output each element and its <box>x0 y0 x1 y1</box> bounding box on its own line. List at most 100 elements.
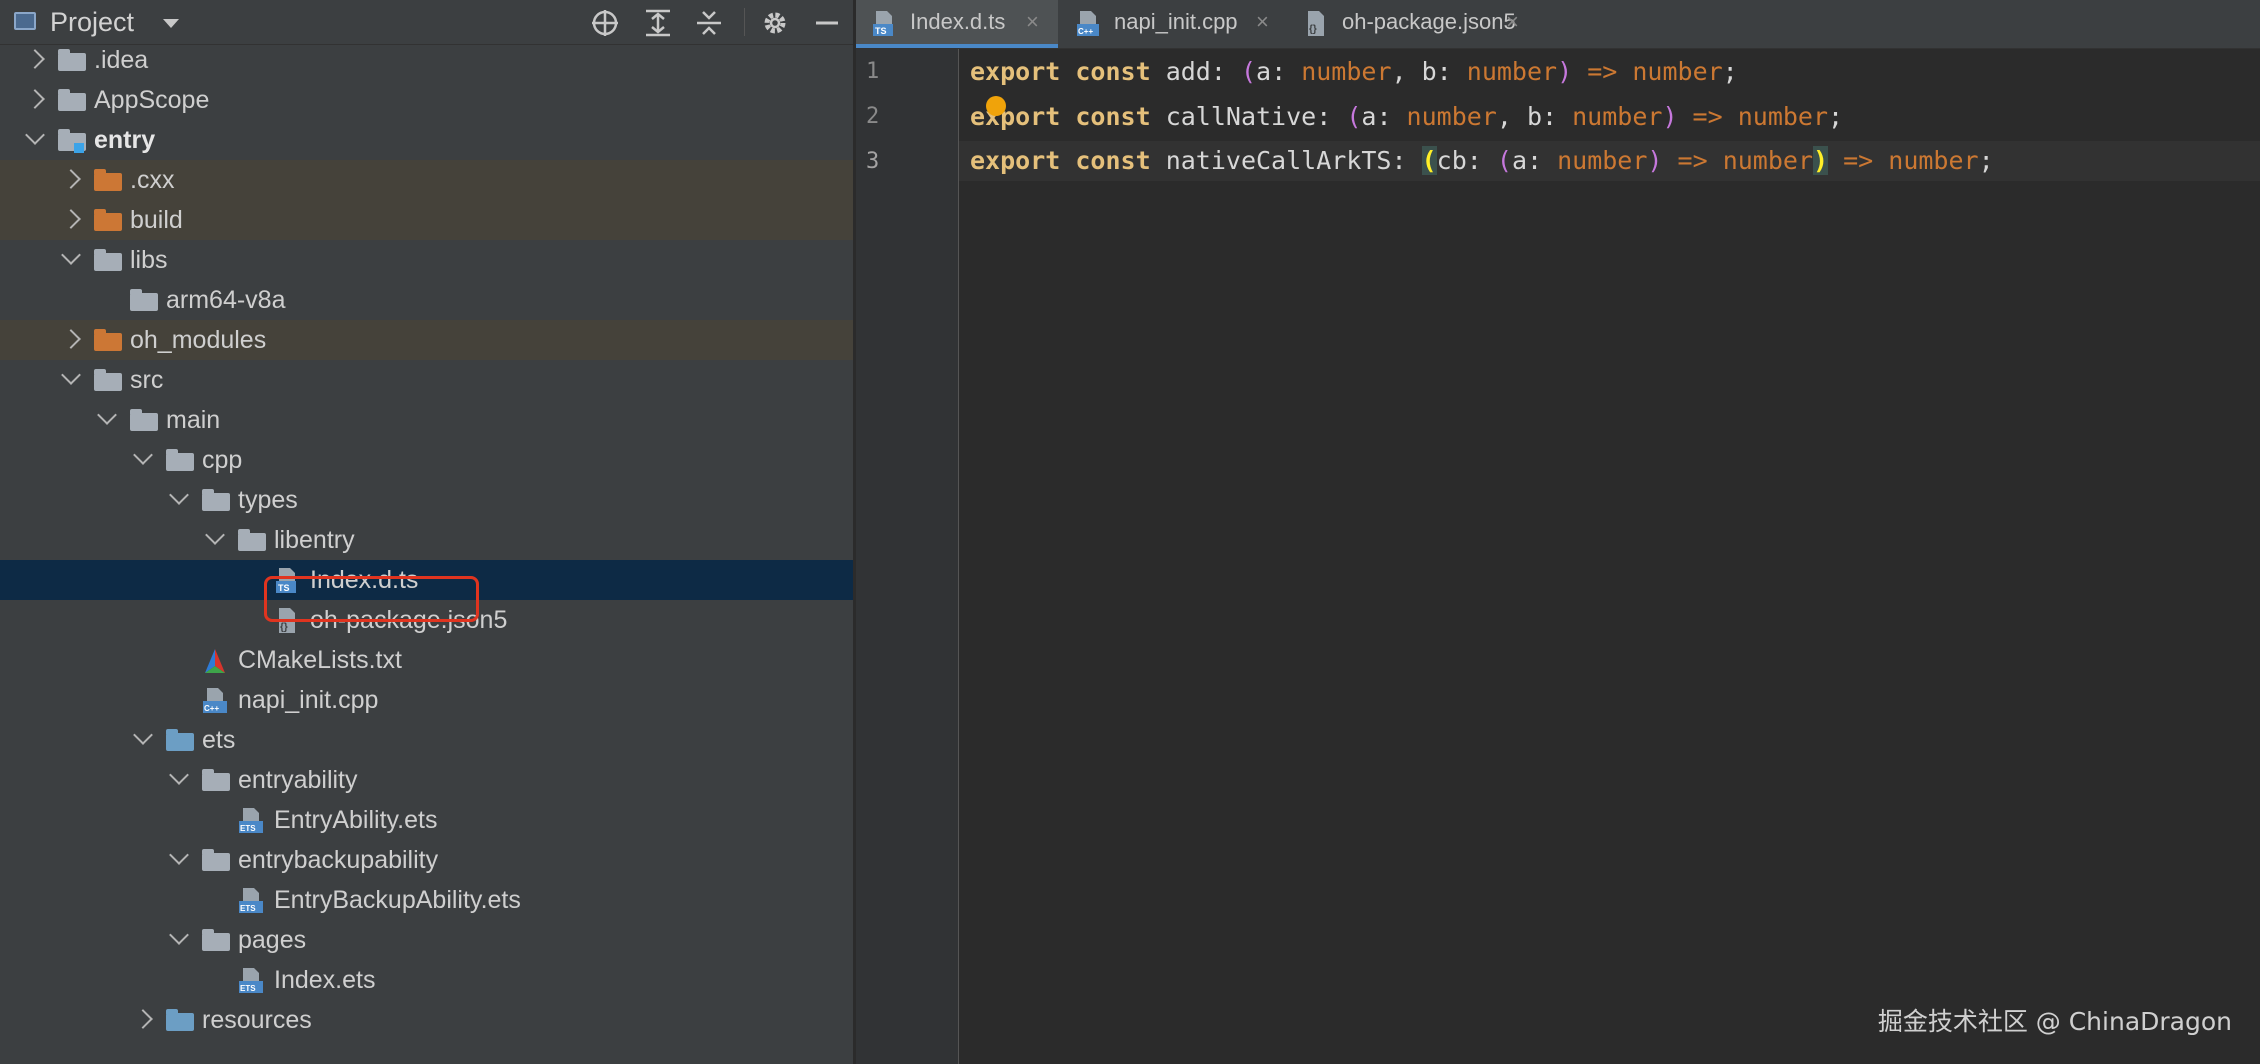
minimize-icon[interactable] <box>812 8 842 38</box>
chevron-right-icon[interactable] <box>25 89 45 109</box>
svg-text:ETS: ETS <box>240 984 256 993</box>
chevron-down-icon[interactable] <box>61 245 81 265</box>
chevron-down-icon[interactable] <box>163 19 179 28</box>
param: a: <box>1361 102 1407 131</box>
lightbulb-icon[interactable] <box>986 96 1006 116</box>
code-line-3[interactable]: export const nativeCallArkTS: (cb: (a: n… <box>970 141 1994 181</box>
watermark: 掘金技术社区 @ ChinaDragon <box>1877 1007 2232 1036</box>
tree-item-entryability[interactable]: entryability <box>0 760 853 800</box>
tree-item-oh-modules[interactable]: oh_modules <box>0 320 853 360</box>
paren-match: ) <box>1813 146 1829 175</box>
folder-icon <box>202 929 230 951</box>
folder-icon <box>166 449 194 471</box>
chevron-right-icon[interactable] <box>61 169 81 189</box>
ets-file-icon: ETS <box>239 888 263 913</box>
project-title[interactable]: Project <box>50 7 134 38</box>
chevron-right-icon[interactable] <box>25 49 45 69</box>
close-icon[interactable]: × <box>1256 0 1269 44</box>
tree-item-label: napi_init.cpp <box>238 686 379 714</box>
tab-index-d-ts[interactable]: TS Index.d.ts × <box>856 0 1058 48</box>
tree-item-cxx[interactable]: .cxx <box>0 160 853 200</box>
chevron-down-icon[interactable] <box>169 845 189 865</box>
svg-text:C++: C++ <box>204 704 219 713</box>
tree-item-index-ets[interactable]: ETS Index.ets <box>0 960 853 1000</box>
chevron-down-icon[interactable] <box>169 925 189 945</box>
tree-item-arm64-v8a[interactable]: arm64-v8a <box>0 280 853 320</box>
type: number <box>1722 146 1813 175</box>
keyword-const: const <box>1075 102 1151 131</box>
tree-item-appscope[interactable]: AppScope <box>0 80 853 120</box>
close-icon[interactable]: × <box>1506 0 1519 44</box>
tab-oh-package-json5[interactable]: {} oh-package.json5 × <box>1288 0 1538 48</box>
gear-icon[interactable] <box>760 8 790 38</box>
tree-item-types[interactable]: types <box>0 480 853 520</box>
folder-icon <box>130 289 158 311</box>
paren: ) <box>1647 146 1663 175</box>
tree-item-label: CMakeLists.txt <box>238 646 402 674</box>
folder-icon <box>130 409 158 431</box>
chevron-right-icon[interactable] <box>61 329 81 349</box>
folder-icon <box>166 729 194 751</box>
tab-label: oh-package.json5 <box>1342 9 1516 34</box>
tree-item-resources[interactable]: resources <box>0 1000 853 1040</box>
tree-item-entrybackupability[interactable]: entrybackupability <box>0 840 853 880</box>
punct: : <box>1210 57 1241 86</box>
highlight-annotation-box <box>264 576 479 622</box>
tree-item-label: Index.ets <box>274 966 376 994</box>
chevron-down-icon[interactable] <box>61 365 81 385</box>
toolbar-separator <box>744 8 745 36</box>
tree-item-label: AppScope <box>94 86 210 114</box>
expand-all-icon[interactable] <box>643 8 673 38</box>
folder-icon <box>94 169 122 191</box>
tree-item-entrybackupability-ets[interactable]: ETS EntryBackupAbility.ets <box>0 880 853 920</box>
tree-item-ets[interactable]: ets <box>0 720 853 760</box>
paren: ) <box>1662 102 1678 131</box>
punct: ; <box>1722 57 1738 86</box>
tree-item-pages[interactable]: pages <box>0 920 853 960</box>
chevron-down-icon[interactable] <box>25 125 45 145</box>
param: , b: <box>1496 102 1573 131</box>
chevron-down-icon[interactable] <box>169 485 189 505</box>
json-file-icon: {} <box>1308 11 1324 36</box>
chevron-down-icon[interactable] <box>133 445 153 465</box>
tree-item-idea[interactable]: .idea <box>0 40 853 80</box>
tree-item-label: EntryBackupAbility.ets <box>274 886 521 914</box>
tree-item-main[interactable]: main <box>0 400 853 440</box>
chevron-down-icon[interactable] <box>97 405 117 425</box>
tree-item-label: arm64-v8a <box>166 286 286 314</box>
tree-item-src[interactable]: src <box>0 360 853 400</box>
chevron-down-icon[interactable] <box>133 725 153 745</box>
tree-item-label: .cxx <box>130 166 175 194</box>
cmake-icon <box>205 649 225 673</box>
tree-item-napi-init-cpp[interactable]: C++ napi_init.cpp <box>0 680 853 720</box>
folder-icon <box>202 769 230 791</box>
collapse-all-icon[interactable] <box>694 8 724 38</box>
target-icon[interactable] <box>590 8 620 38</box>
code-line-2[interactable]: export const callNative: (a: number, b: … <box>970 97 1843 137</box>
tree-item-label: build <box>130 206 183 234</box>
tree-item-label: resources <box>202 1006 312 1034</box>
chevron-right-icon[interactable] <box>133 1009 153 1029</box>
folder-icon <box>238 529 266 551</box>
tree-item-entryability-ets[interactable]: ETS EntryAbility.ets <box>0 800 853 840</box>
chevron-down-icon[interactable] <box>169 765 189 785</box>
tree-item-label: oh_modules <box>130 326 267 354</box>
tree-item-build[interactable]: build <box>0 200 853 240</box>
tree-item-cmakelists-txt[interactable]: CMakeLists.txt <box>0 640 853 680</box>
tab-napi-init-cpp[interactable]: C++ napi_init.cpp × <box>1060 0 1286 48</box>
arrow: => <box>1662 146 1723 175</box>
tree-item-libentry[interactable]: libentry <box>0 520 853 560</box>
folder-icon <box>166 1009 194 1031</box>
chevron-right-icon[interactable] <box>61 209 81 229</box>
tree-item-cpp[interactable]: cpp <box>0 440 853 480</box>
chevron-down-icon[interactable] <box>205 525 225 545</box>
code-line-1[interactable]: export const add: (a: number, b: number)… <box>970 52 1738 92</box>
line-number: 3 <box>866 149 880 174</box>
tree-item-label: entry <box>94 126 156 154</box>
svg-text:C++: C++ <box>1078 27 1093 36</box>
close-icon[interactable]: × <box>1026 0 1039 44</box>
module-icon <box>58 129 86 153</box>
tree-item-libs[interactable]: libs <box>0 240 853 280</box>
folder-icon <box>58 49 86 71</box>
tree-item-entry[interactable]: entry <box>0 120 853 160</box>
